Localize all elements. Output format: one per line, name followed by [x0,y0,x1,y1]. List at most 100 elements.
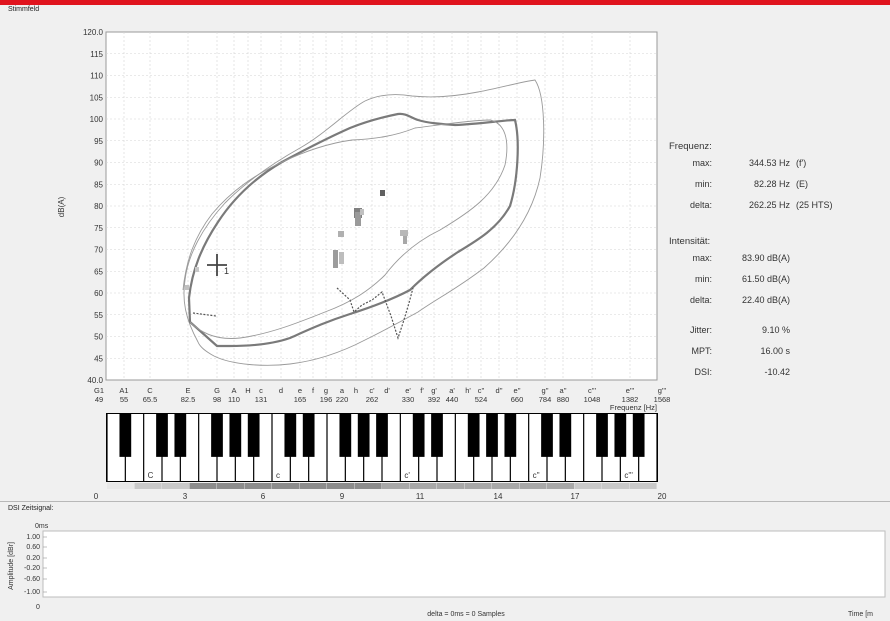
range-bar-segment [574,483,602,489]
piano-black-key[interactable] [284,414,297,457]
x-tick-note: C [147,386,153,395]
piano-black-key[interactable] [247,414,260,457]
x-tick-hz: 82.5 [181,395,196,404]
range-scale-label: 17 [571,492,580,500]
x-tick-note: d [279,386,283,395]
piano-c-label: C [148,471,154,480]
x-tick-note: g'' [541,386,549,395]
piano-black-key[interactable] [211,414,223,457]
x-tick-hz: 110 [228,395,240,404]
x-tick-note: f' [420,386,424,395]
piano-black-key[interactable] [302,414,315,457]
y-tick-label: 115 [90,50,103,59]
x-tick-hz: 1048 [584,395,601,404]
y-tick-label: 90 [94,159,103,168]
dsi-y-tick: 1.00 [26,534,40,541]
piano-black-key[interactable] [357,414,370,457]
range-bar-segment [299,483,327,489]
measurement-point [185,285,189,290]
piano-c-label: c' [404,471,410,480]
x-tick-hz: 330 [402,395,415,404]
range-bar-segment [492,483,520,489]
y-tick-label: 75 [94,224,103,233]
y-tick-label: 105 [90,93,104,102]
range-scale-label: 0 [94,492,99,500]
frequenz-row-label: delta: [689,200,712,210]
y-tick-label: 110 [90,72,103,81]
range-bar-segment [354,483,382,489]
piano-black-key[interactable] [229,414,242,457]
x-tick-note: f [312,386,315,395]
x-tick-note: H [245,386,250,395]
x-tick-note: c [259,386,263,395]
x-tick-hz: 392 [428,395,441,404]
x-tick-hz: 49 [95,395,103,404]
metric-value: 9.10 % [761,325,790,335]
measurement-point [360,209,364,215]
x-tick-note: A1 [119,386,128,395]
y-tick-label: 50 [94,333,103,342]
piano-black-key[interactable] [339,414,352,457]
piano-black-key[interactable] [614,414,627,457]
piano-black-key[interactable] [559,414,572,457]
piano-black-key[interactable] [504,414,517,457]
x-tick-note: d'' [495,386,503,395]
x-tick-hz: 784 [539,395,552,404]
x-axis-label: Frequenz [Hz] [610,403,657,412]
piano-black-key[interactable] [632,414,645,457]
x-tick-note: e'' [513,386,521,395]
x-tick-note: h [354,386,358,395]
frequenz-row-label: max: [692,158,712,168]
piano-black-key[interactable] [156,414,168,457]
measurement-point [338,231,344,237]
dsi-time-start: 0ms [35,523,49,530]
piano-black-key[interactable] [412,414,425,457]
frequenz-row-note: (E) [796,179,808,189]
y-tick-label: 55 [94,311,103,320]
range-bar-segment [437,483,465,489]
y-tick-label: 60 [94,289,103,298]
stimmfeld-chart[interactable]: 40.0455055606570758085909510010511011512… [0,0,890,500]
x-tick-hz: 55 [120,395,128,404]
x-tick-note: c' [369,386,375,395]
piano-black-key[interactable] [376,414,388,457]
range-bar [107,483,657,489]
x-tick-note: A [231,386,236,395]
frequenz-row-value: 344.53 Hz [748,158,790,168]
piano-black-key[interactable] [541,414,553,457]
piano-black-key[interactable] [596,414,608,457]
dsi-x-start: 0 [36,604,40,611]
range-bar-segment [244,483,272,489]
range-bar-segment [162,483,190,489]
piano-keyboard[interactable]: Cc c' c'' c''' [106,413,658,482]
y-tick-label: 120.0 [83,28,104,37]
x-tick-hz: 98 [213,395,221,404]
x-tick-hz: 131 [255,395,268,404]
x-tick-note: a [340,386,345,395]
x-tick-hz: 440 [446,395,459,404]
piano-black-key[interactable] [119,414,132,457]
range-bar-segment [217,483,245,489]
measurement-point [403,236,407,244]
piano-black-key[interactable] [486,414,498,457]
range-scale-label: 6 [261,492,266,500]
piano-c-label: c [276,471,280,480]
measurement-point [339,252,344,264]
x-tick-note: g [324,386,328,395]
y-tick-label: 65 [94,267,103,276]
piano-black-key[interactable] [174,414,187,457]
y-tick-label: 45 [94,354,103,363]
dsi-status-text: delta = 0ms = 0 Samples [427,611,505,618]
intensitaet-title: Intensität: [669,236,711,247]
piano-c-label: c'' [533,471,541,480]
range-scale-label: 9 [340,492,345,500]
measurement-point [380,190,385,196]
dsi-y-axis-label: Amplitude [dBr] [8,542,15,590]
piano-black-key[interactable] [431,414,443,457]
frequenz-row-label: min: [694,179,712,189]
x-tick-note: e [298,386,302,395]
intensitaet-row-label: max: [692,253,712,263]
marker-label: 1 [224,266,229,276]
metric-value: -10.42 [764,367,790,377]
piano-black-key[interactable] [467,414,480,457]
